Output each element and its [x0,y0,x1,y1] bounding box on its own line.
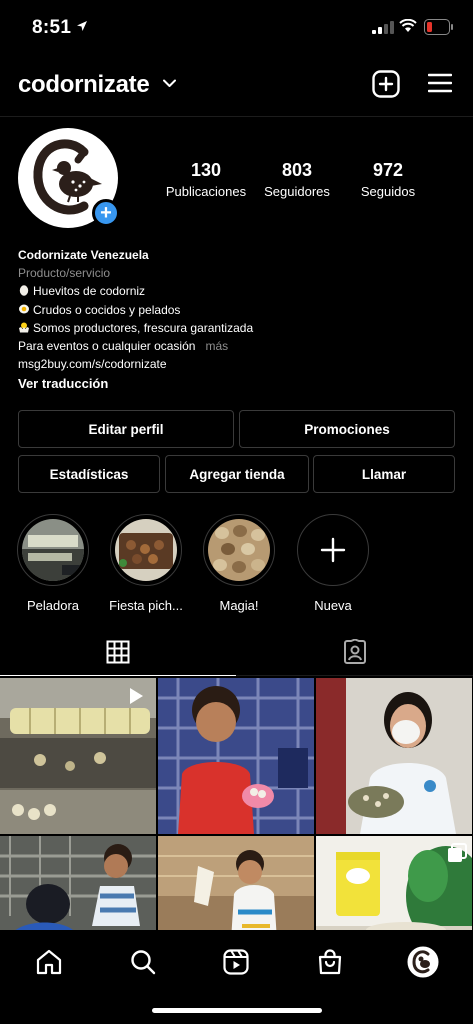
hatching-chick-emoji-icon [19,322,29,333]
egg-emoji-icon [19,285,29,297]
tab-tagged[interactable] [236,628,473,676]
highlight-cover-image [115,519,177,581]
following-count-value: 972 [372,160,404,180]
home-indicator[interactable] [152,1008,322,1013]
following-count-label: Seguidos [360,184,416,199]
profile-avatar-icon [407,946,439,978]
nav-search[interactable] [123,942,163,982]
highlight-label: Magia! [219,598,259,613]
following-count[interactable]: 972 Seguidos [338,160,438,199]
bio-line: Para eventos o cualquier ocasión más [18,339,229,354]
nav-shop[interactable] [310,942,350,982]
followers-count-label: Seguidores [264,184,330,199]
username-switcher[interactable]: codornizate [18,71,150,99]
promotions-button[interactable]: Promociones [239,410,455,448]
plus-icon [320,537,346,563]
highlight-label: Peladora [26,598,80,613]
highlight-ring [203,514,275,586]
highlight-ring [17,514,89,586]
post-thumbnail[interactable] [0,678,156,834]
post-thumbnail[interactable] [316,678,472,834]
highlight-ring [297,514,369,586]
grid-icon [106,640,130,663]
translate-link[interactable]: Ver traducción [18,375,458,393]
shop-icon [318,949,342,975]
search-icon [131,950,156,975]
nav-home[interactable] [29,942,69,982]
more-link[interactable]: más [205,339,228,353]
status-time: 8:51 [32,17,72,38]
new-highlight-button[interactable]: Nueva [296,514,370,613]
nav-reels[interactable] [216,942,256,982]
story-highlight[interactable]: Magia! [202,514,276,613]
nav-profile[interactable] [403,942,443,982]
posts-count-label: Publicaciones [165,184,247,199]
highlight-label: Fiesta pich... [109,598,183,613]
posts-grid: ITIEGE [0,678,473,992]
followers-count[interactable]: 803 Seguidores [247,160,347,199]
location-arrow-icon [77,21,87,31]
tagged-person-icon [343,639,366,664]
profile-header: codornizate [0,62,473,106]
menu-icon[interactable] [428,72,452,94]
profile-bio: Codornizate Venezuela Producto/servicio … [18,246,458,394]
add-shop-button[interactable]: Agregar tienda [165,455,309,493]
highlight-cover-image [22,519,84,581]
insights-button[interactable]: Estadísticas [18,455,160,493]
signal-icon [372,21,394,34]
posts-count[interactable]: 130 Publicaciones [156,160,256,199]
reels-icon [223,949,249,975]
profile-category: Producto/servicio [18,266,111,281]
add-story-button[interactable]: + [92,199,120,227]
battery-icon [424,19,453,35]
profile-name: Codornizate Venezuela [18,248,149,262]
highlight-cover-image [208,519,270,581]
home-icon [36,949,62,975]
post-thumbnail[interactable] [158,678,314,834]
bio-line: Huevitos de codorniz [18,282,458,300]
add-post-icon[interactable] [372,70,400,98]
header-divider [0,116,473,117]
story-highlight[interactable]: Peladora [16,514,90,613]
profile-tabs [0,628,473,676]
followers-count-value: 803 [281,160,313,180]
profile-link[interactable]: msg2buy.com/s/codornizate [18,355,458,373]
edit-profile-button[interactable]: Editar perfil [18,410,234,448]
bio-line: Somos productores, frescura garantizada [18,319,458,337]
story-highlight[interactable]: Fiesta pich... [109,514,183,613]
status-bar: 8:51 [0,0,473,58]
call-button[interactable]: Llamar [313,455,455,493]
cooked-egg-emoji-icon [19,304,29,314]
chevron-down-icon[interactable] [163,79,176,88]
bio-line: Crudos o cocidos y pelados [18,301,458,319]
tab-posts-grid[interactable] [0,628,236,676]
highlight-label: Nueva [314,598,352,613]
posts-count-value: 130 [190,160,222,180]
highlight-ring [110,514,182,586]
wifi-icon [399,19,417,32]
